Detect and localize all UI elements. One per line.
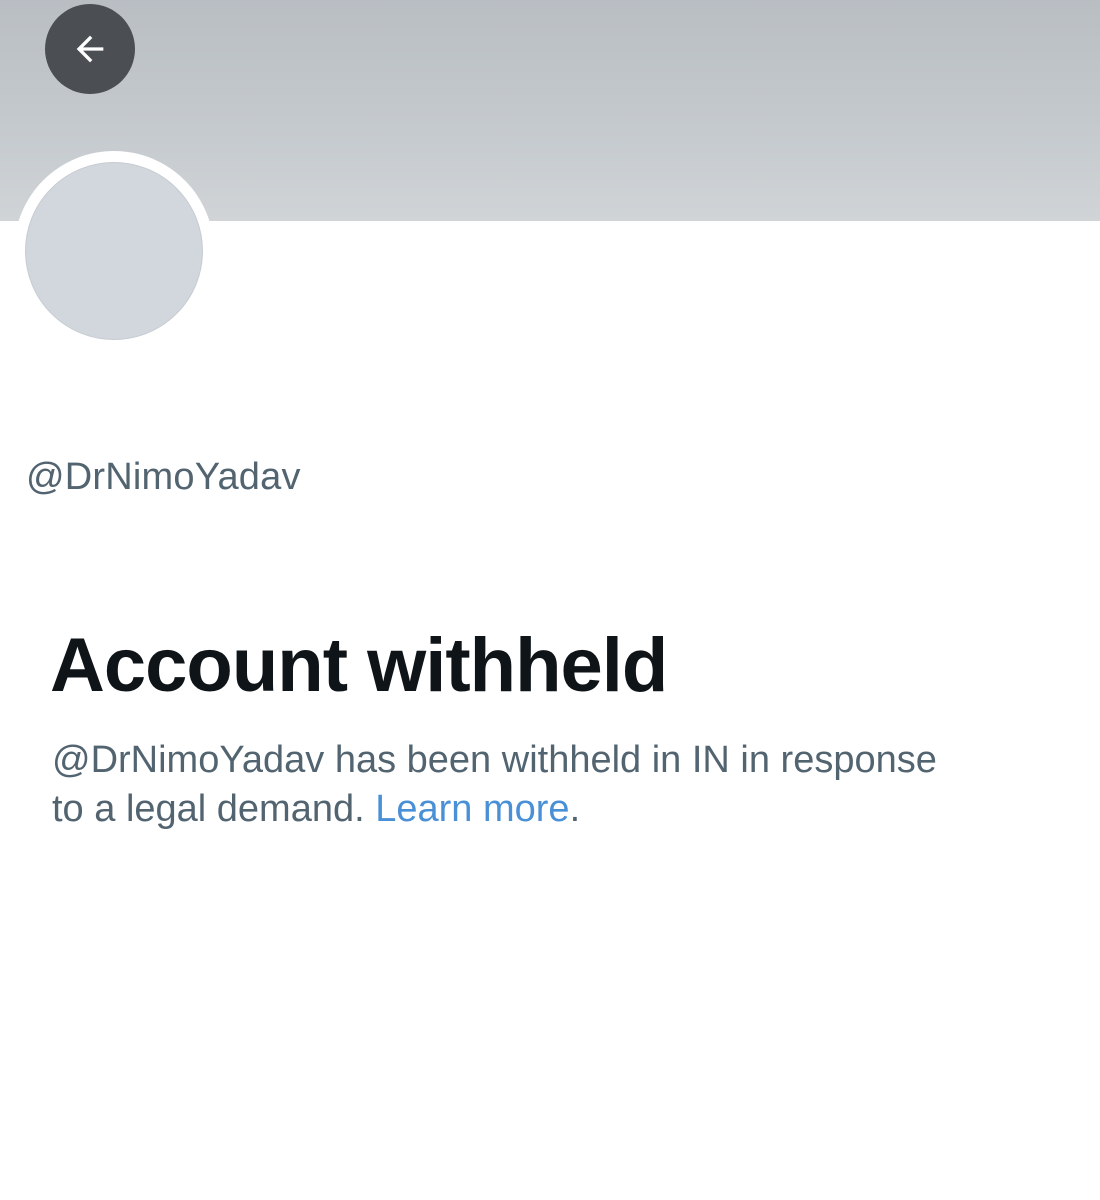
learn-more-link[interactable]: Learn more xyxy=(375,788,569,830)
withheld-title: Account withheld xyxy=(50,623,668,708)
withheld-message-line1: @DrNimoYadav has been withheld in IN in … xyxy=(52,739,937,781)
profile-handle: @DrNimoYadav xyxy=(26,456,301,498)
back-button[interactable] xyxy=(45,4,135,94)
withheld-message-line2: to a legal demand. xyxy=(52,788,365,830)
trailing-period: . xyxy=(569,788,581,830)
withheld-message: @DrNimoYadav has been withheld in IN in … xyxy=(52,736,1052,834)
avatar-ring xyxy=(14,151,214,351)
profile-page: @DrNimoYadav Account withheld @DrNimoYad… xyxy=(0,0,1100,1200)
avatar[interactable] xyxy=(25,162,203,340)
arrow-left-icon xyxy=(76,35,104,63)
